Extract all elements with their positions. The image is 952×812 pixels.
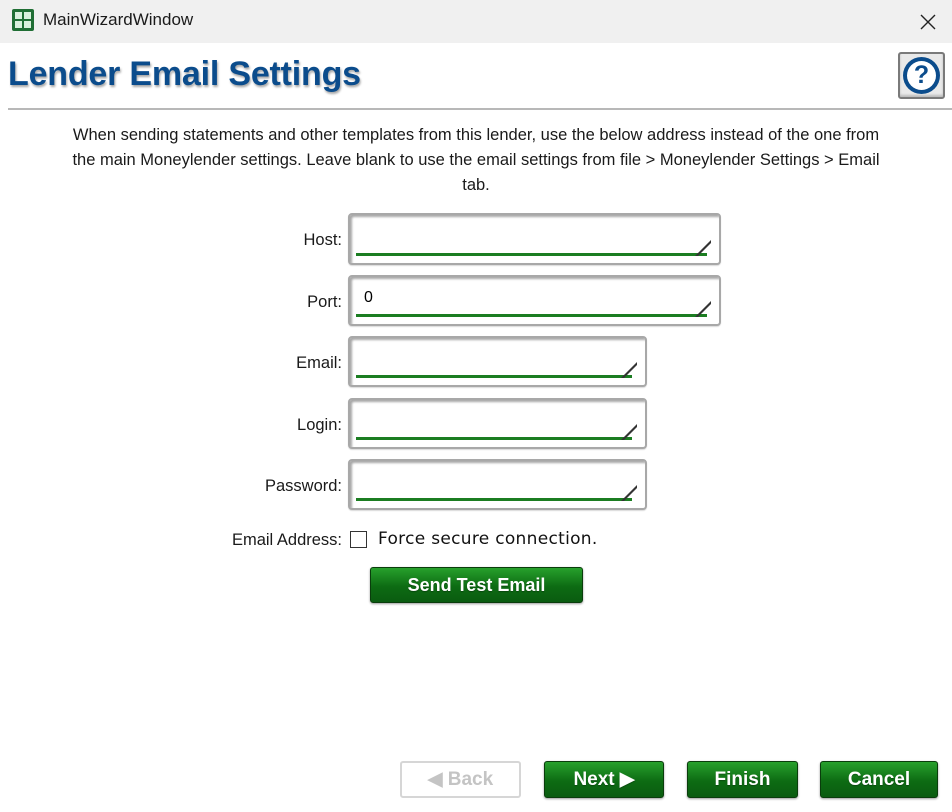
email-label: Email: bbox=[296, 354, 342, 372]
help-icon: ? bbox=[903, 57, 940, 94]
force-secure-label[interactable]: Force secure connection. bbox=[378, 529, 598, 549]
login-label: Login: bbox=[297, 416, 342, 434]
back-button: ◀ Back bbox=[400, 761, 521, 798]
finish-button[interactable]: Finish bbox=[687, 761, 798, 798]
spreadsheet-app-icon bbox=[12, 9, 34, 31]
header-divider bbox=[8, 108, 952, 110]
password-input[interactable] bbox=[348, 459, 647, 510]
port-underline bbox=[356, 314, 707, 317]
page-title: Lender Email Settings bbox=[8, 55, 361, 93]
window-title: MainWizardWindow bbox=[43, 10, 194, 29]
port-value: 0 bbox=[364, 289, 373, 306]
help-icon-glyph: ? bbox=[907, 61, 936, 90]
password-label: Password: bbox=[264, 477, 342, 495]
resize-grip-icon[interactable] bbox=[620, 361, 638, 379]
resize-grip-icon[interactable] bbox=[694, 239, 712, 257]
resize-grip-icon[interactable] bbox=[694, 300, 712, 318]
cancel-button[interactable]: Cancel bbox=[820, 761, 938, 798]
email-address-label: Email Address: bbox=[231, 531, 342, 549]
next-button[interactable]: Next ▶ bbox=[544, 761, 664, 798]
resize-grip-icon[interactable] bbox=[620, 423, 638, 441]
port-label: Port: bbox=[307, 293, 342, 311]
email-input[interactable] bbox=[348, 336, 647, 387]
help-button[interactable]: ? bbox=[898, 52, 945, 99]
port-input[interactable]: 0 bbox=[348, 275, 721, 326]
close-button[interactable] bbox=[904, 0, 952, 43]
host-underline bbox=[356, 253, 707, 256]
email-underline bbox=[356, 375, 632, 378]
close-icon bbox=[920, 14, 936, 29]
resize-grip-icon[interactable] bbox=[620, 484, 638, 502]
login-input[interactable] bbox=[348, 398, 647, 449]
host-input[interactable] bbox=[348, 213, 721, 265]
host-label: Host: bbox=[303, 231, 342, 249]
title-bar: MainWizardWindow bbox=[0, 0, 952, 43]
description-text: When sending statements and other templa… bbox=[72, 126, 880, 194]
password-underline bbox=[356, 498, 632, 501]
send-test-email-button[interactable]: Send Test Email bbox=[370, 567, 583, 603]
force-secure-checkbox[interactable] bbox=[350, 531, 367, 548]
login-underline bbox=[356, 437, 632, 440]
